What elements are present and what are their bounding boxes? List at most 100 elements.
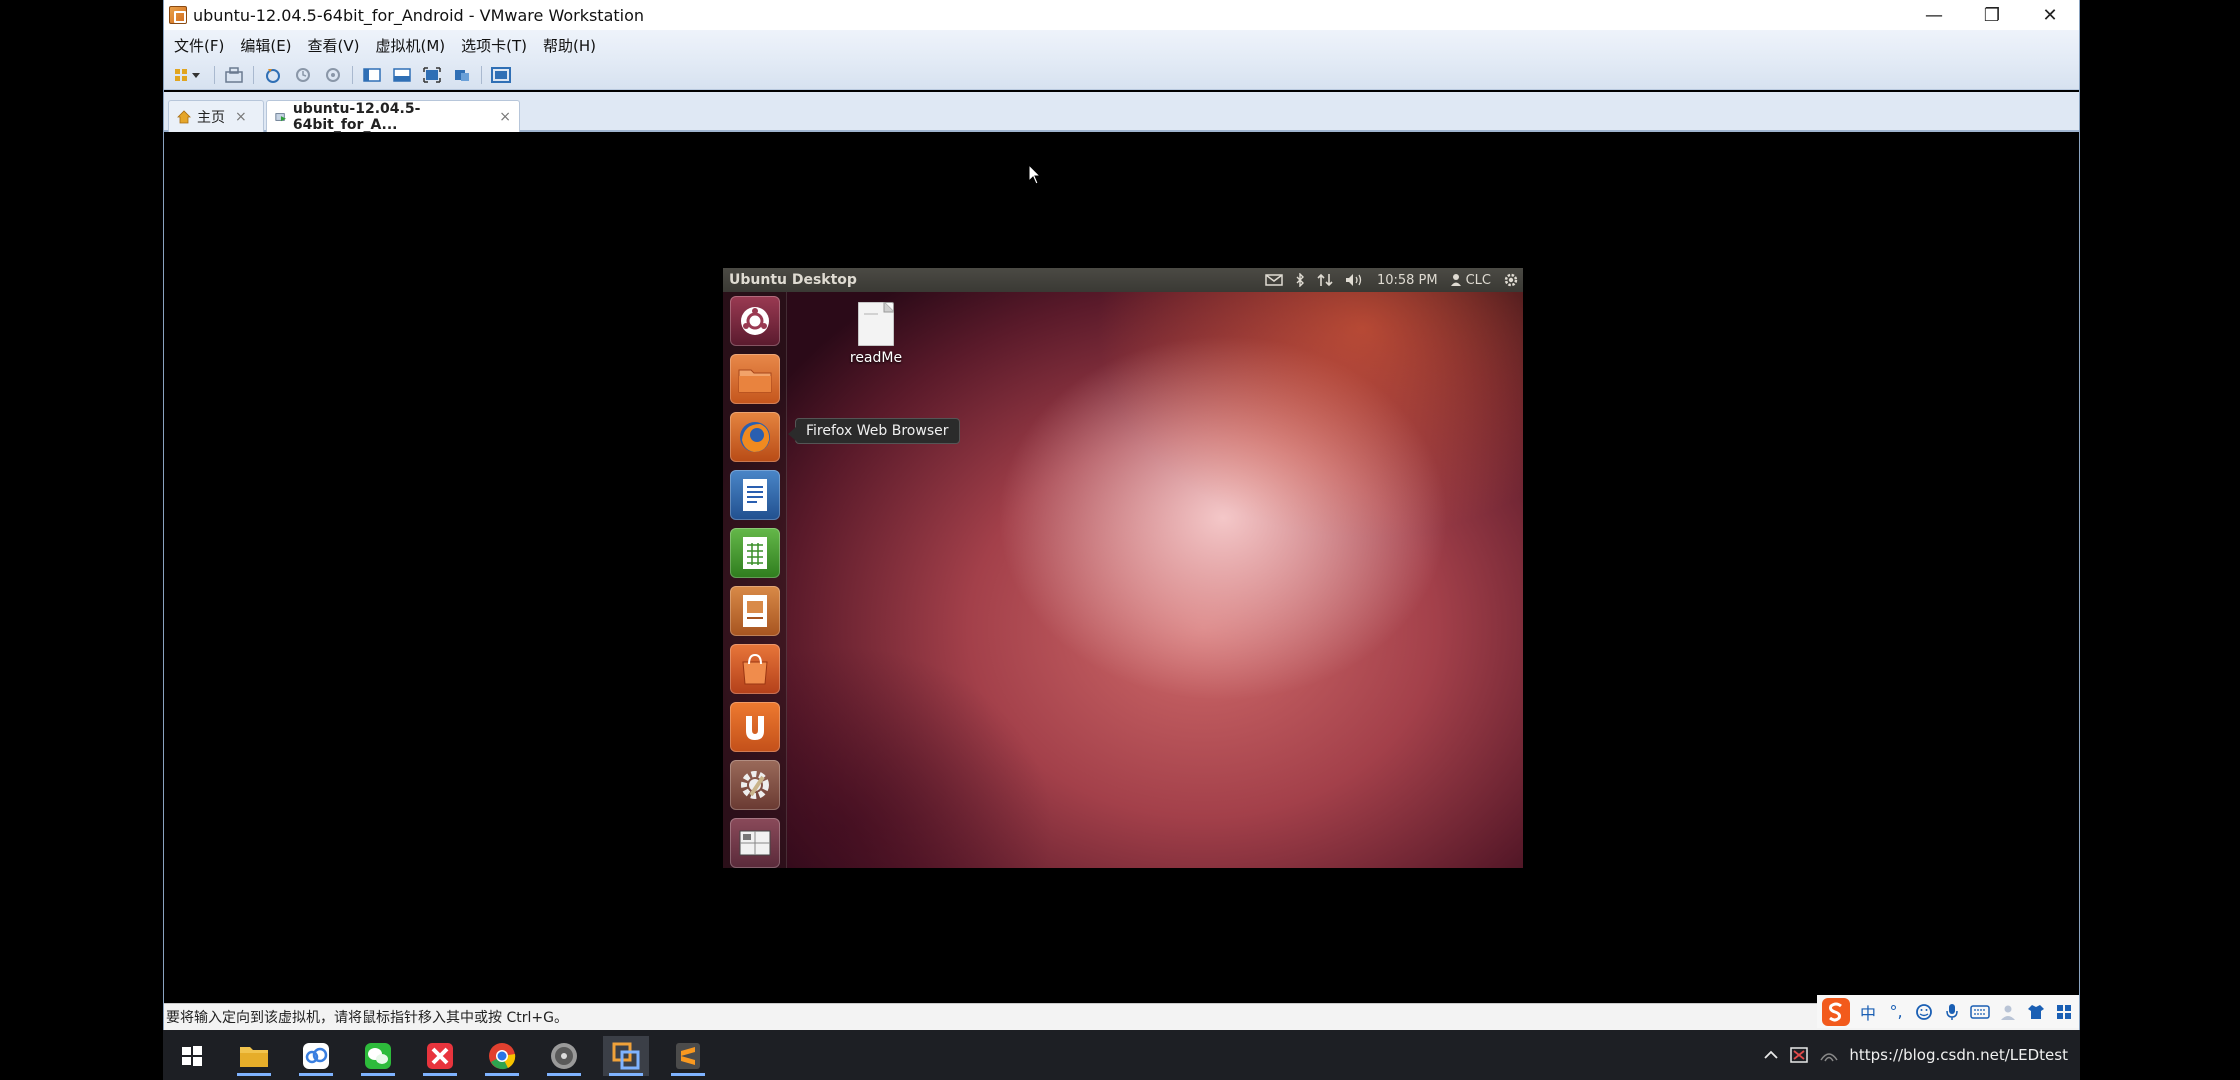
revert-snapshot-icon[interactable] <box>292 65 314 85</box>
sogou-logo-icon[interactable] <box>1821 997 1851 1027</box>
library-icon[interactable] <box>172 65 206 85</box>
bluetooth-icon[interactable] <box>1295 273 1305 287</box>
keyboard-icon[interactable] <box>1969 1001 1991 1023</box>
taskbar-file-explorer[interactable] <box>231 1036 277 1076</box>
ime-user-icon[interactable] <box>1997 1001 2019 1023</box>
home-icon <box>177 109 191 123</box>
minimize-button[interactable]: — <box>1905 0 1963 30</box>
toolbox-grid-icon[interactable] <box>2053 1001 2075 1023</box>
taskbar-chrome[interactable] <box>479 1036 525 1076</box>
tab-ubuntu-vm[interactable]: ubuntu-12.04.5-64bit_for_A... × <box>266 100 520 133</box>
taskbar-wechat[interactable] <box>355 1036 401 1076</box>
ubuntu-top-panel: Ubuntu Desktop 10:58 PM CLC <box>723 268 1523 292</box>
launcher-firefox[interactable] <box>730 412 780 462</box>
unity-icon[interactable] <box>451 65 473 85</box>
presentation-icon <box>743 595 767 627</box>
thumbnail-bar-icon[interactable] <box>391 65 413 85</box>
send-keys-icon[interactable] <box>223 65 245 85</box>
status-message: 要将输入定向到该虚拟机，请将鼠标指针移入其中或按 Ctrl+G。 <box>166 1010 568 1026</box>
ubuntu-one-icon <box>746 716 764 740</box>
spreadsheet-icon <box>743 537 767 569</box>
restore-button[interactable]: ❐ <box>1963 0 2021 30</box>
text-file-icon <box>858 302 894 346</box>
launcher-software-center[interactable] <box>730 644 780 694</box>
wechat-icon <box>365 1043 391 1069</box>
session-gear-icon[interactable] <box>1503 272 1519 288</box>
skin-shirt-icon[interactable] <box>2025 1001 2047 1023</box>
volume-icon[interactable] <box>1345 273 1365 287</box>
snapshot-manager-icon[interactable] <box>322 65 344 85</box>
snapshot-icon[interactable] <box>262 65 284 85</box>
launcher-calc[interactable] <box>730 528 780 578</box>
taskbar-xmind[interactable] <box>417 1036 463 1076</box>
show-library-icon[interactable] <box>361 65 383 85</box>
title-bar[interactable]: ubuntu-12.04.5-64bit_for_Android - VMwar… <box>164 0 2079 30</box>
vm-running-icon <box>275 112 286 121</box>
menu-help[interactable]: 帮助(H) <box>543 35 596 56</box>
tab-ubuntu-vm-close-icon[interactable]: × <box>499 109 511 125</box>
ubuntu-desktop[interactable]: Ubuntu Desktop 10:58 PM CLC Firefox Web … <box>723 268 1523 868</box>
desktop-file-readme[interactable]: readMe <box>841 302 911 366</box>
menu-edit[interactable]: 编辑(E) <box>240 35 291 56</box>
mail-icon[interactable] <box>1265 274 1283 286</box>
ubuntu-panel-title: Ubuntu Desktop <box>729 272 857 288</box>
chevron-up-icon[interactable] <box>1763 1050 1779 1060</box>
close-button[interactable]: ✕ <box>2021 0 2079 30</box>
taskbar-vmware[interactable] <box>603 1036 649 1076</box>
cloud-app-icon <box>303 1043 329 1069</box>
start-button[interactable] <box>169 1036 215 1076</box>
system-tray: https://blog.csdn.net/LEDtest <box>1763 1030 2080 1080</box>
launcher-workspace-switcher[interactable] <box>730 818 780 868</box>
folder-icon <box>738 369 772 393</box>
network-icon[interactable] <box>1317 273 1333 287</box>
launcher-ubuntu-one[interactable] <box>730 702 780 752</box>
ubuntu-launcher <box>723 292 787 868</box>
taskbar-app-2[interactable] <box>293 1036 339 1076</box>
windows-taskbar: https://blog.csdn.net/LEDtest <box>163 1030 2080 1080</box>
emoji-icon[interactable] <box>1913 1001 1935 1023</box>
ubuntu-clock[interactable]: 10:58 PM <box>1377 273 1438 288</box>
xmind-icon <box>427 1043 453 1069</box>
settings-gear-icon <box>741 771 769 799</box>
ime-language-toggle[interactable]: 中 <box>1857 1001 1879 1023</box>
taskbar-sublime[interactable] <box>665 1036 711 1076</box>
vmware-app-icon <box>169 6 187 24</box>
console-view-icon[interactable] <box>490 65 512 85</box>
ubuntu-username: CLC <box>1465 272 1491 288</box>
tab-home[interactable]: 主页 × <box>168 100 264 132</box>
launcher-system-settings[interactable] <box>730 760 780 810</box>
launcher-impress[interactable] <box>730 586 780 636</box>
ime-punctuation-toggle[interactable]: °, <box>1885 1001 1907 1023</box>
tray-app-icon[interactable] <box>1789 1046 1809 1064</box>
tab-ubuntu-vm-label: ubuntu-12.04.5-64bit_for_A... <box>292 100 421 133</box>
watermark-url: https://blog.csdn.net/LEDtest <box>1849 1046 2068 1064</box>
launcher-files[interactable] <box>730 354 780 404</box>
vm-console[interactable]: Ubuntu Desktop 10:58 PM CLC Firefox Web … <box>164 134 2079 1003</box>
launcher-writer[interactable] <box>730 470 780 520</box>
status-bar: 要将输入定向到该虚拟机，请将鼠标指针移入其中或按 Ctrl+G。 <box>164 1003 2079 1030</box>
shopping-bag-icon <box>742 653 768 685</box>
chrome-icon <box>489 1043 516 1070</box>
taskbar-media-app[interactable] <box>541 1036 587 1076</box>
menu-file[interactable]: 文件(F) <box>174 35 224 56</box>
windows-logo-icon <box>182 1046 202 1066</box>
menu-view[interactable]: 查看(V) <box>308 35 360 56</box>
user-icon <box>1450 274 1461 286</box>
toolbar-separator <box>253 65 254 84</box>
full-screen-icon[interactable] <box>421 65 443 85</box>
ubuntu-user-menu[interactable]: CLC <box>1450 273 1491 288</box>
menu-tabs[interactable]: 选项卡(T) <box>461 35 527 56</box>
toolbar <box>164 60 2079 90</box>
desktop-file-label: readMe <box>849 350 903 366</box>
menu-bar: 文件(F) 编辑(E) 查看(V) 虚拟机(M) 选项卡(T) 帮助(H) <box>164 30 2079 60</box>
window-title: ubuntu-12.04.5-64bit_for_Android - VMwar… <box>193 5 645 25</box>
ubuntu-logo-icon <box>741 307 769 335</box>
tab-home-close-icon[interactable]: × <box>235 109 247 125</box>
window-controls: — ❐ ✕ <box>1905 0 2079 30</box>
microphone-icon[interactable] <box>1941 1001 1963 1023</box>
wifi-icon[interactable] <box>1819 1046 1839 1064</box>
toolbar-separator <box>352 65 353 84</box>
mouse-cursor-icon <box>1028 164 1042 185</box>
menu-vm[interactable]: 虚拟机(M) <box>376 35 446 56</box>
launcher-dash-home[interactable] <box>730 296 780 346</box>
